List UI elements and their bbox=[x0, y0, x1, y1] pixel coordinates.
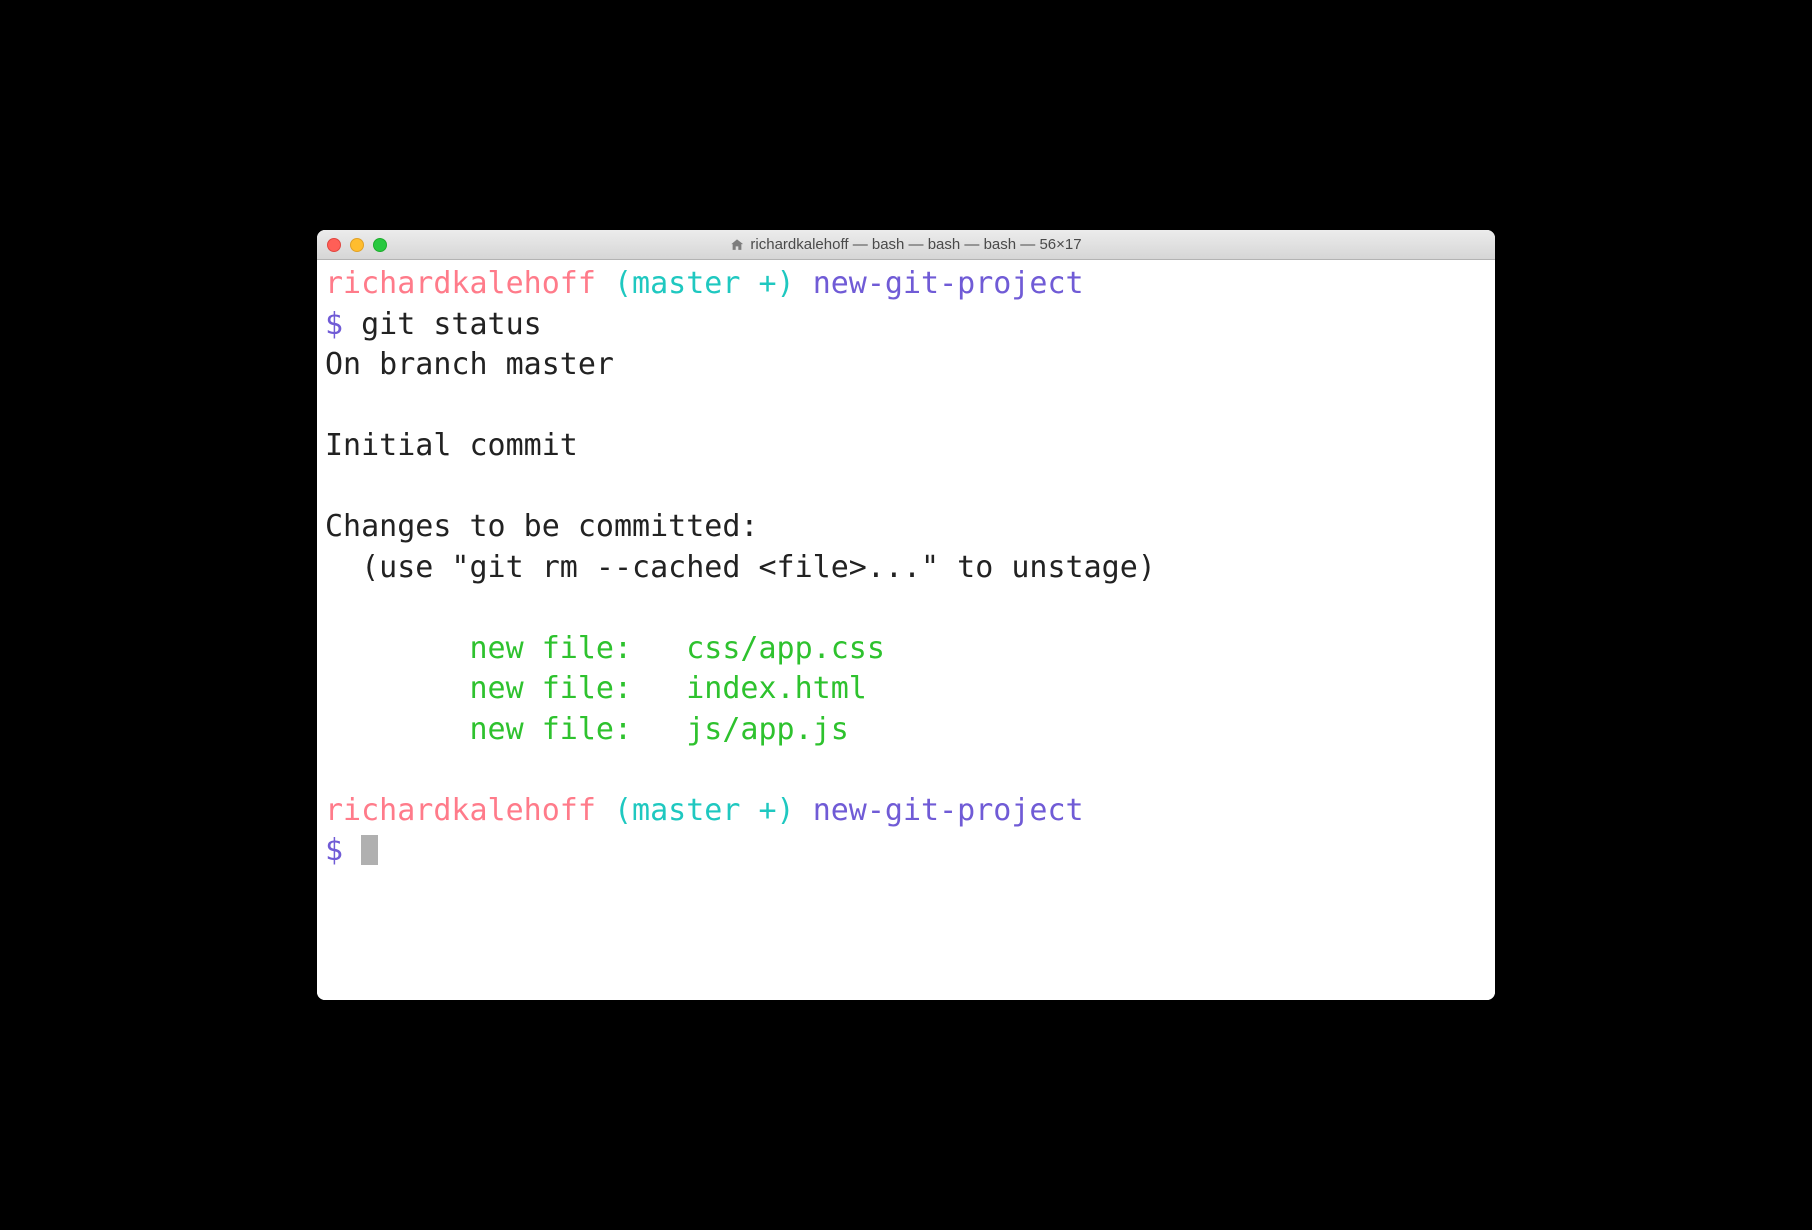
output-initial-commit: Initial commit bbox=[325, 428, 578, 463]
prompt-symbol: $ bbox=[325, 833, 343, 868]
staged-file-path: css/app.css bbox=[686, 631, 885, 666]
prompt-branch: (master +) bbox=[614, 266, 795, 301]
output-changes-header: Changes to be committed: bbox=[325, 509, 758, 544]
prompt-branch: (master +) bbox=[614, 793, 795, 828]
staged-file-label: new file: bbox=[470, 631, 633, 666]
traffic-lights bbox=[327, 238, 387, 252]
cursor bbox=[361, 835, 378, 865]
titlebar[interactable]: richardkalehoff — bash — bash — bash — 5… bbox=[317, 230, 1495, 260]
staged-file-path: js/app.js bbox=[686, 712, 849, 747]
staged-file-label: new file: bbox=[470, 671, 633, 706]
prompt-dir: new-git-project bbox=[813, 266, 1084, 301]
prompt-dir: new-git-project bbox=[813, 793, 1084, 828]
output-unstage-hint: (use "git rm --cached <file>..." to unst… bbox=[325, 550, 1156, 585]
command-text: git status bbox=[361, 307, 542, 342]
prompt-symbol: $ bbox=[325, 307, 343, 342]
prompt-user: richardkalehoff bbox=[325, 793, 596, 828]
prompt-user: richardkalehoff bbox=[325, 266, 596, 301]
terminal-window: richardkalehoff — bash — bash — bash — 5… bbox=[317, 230, 1495, 1000]
minimize-button[interactable] bbox=[350, 238, 364, 252]
close-button[interactable] bbox=[327, 238, 341, 252]
prompt-line-1: richardkalehoff (master +) new-git-proje… bbox=[325, 266, 1084, 301]
maximize-button[interactable] bbox=[373, 238, 387, 252]
window-title: richardkalehoff — bash — bash — bash — 5… bbox=[750, 236, 1081, 253]
staged-file-path: index.html bbox=[686, 671, 867, 706]
prompt-line-2: richardkalehoff (master +) new-git-proje… bbox=[325, 793, 1084, 828]
terminal-content[interactable]: richardkalehoff (master +) new-git-proje… bbox=[317, 260, 1495, 1000]
output-branch: On branch master bbox=[325, 347, 614, 382]
home-icon bbox=[730, 238, 744, 252]
staged-file-label: new file: bbox=[470, 712, 633, 747]
title-wrap: richardkalehoff — bash — bash — bash — 5… bbox=[317, 236, 1495, 253]
